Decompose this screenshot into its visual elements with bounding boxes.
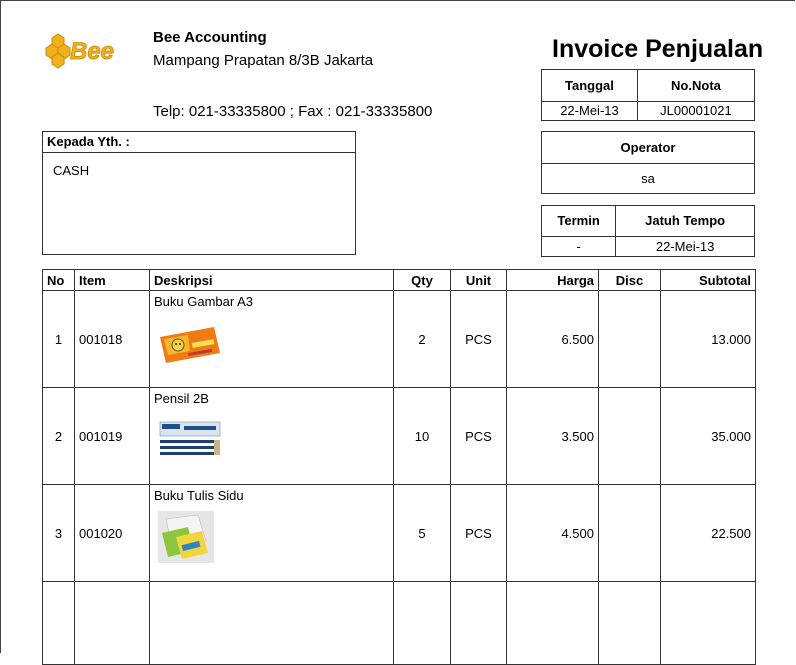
company-name: Bee Accounting [153,29,267,46]
empty-cell [660,581,756,665]
table-row: 2 001019 Pensil 2B 10 PCS 3.500 35.000 [42,387,756,485]
row-price: 6.500 [506,290,599,388]
row-subtotal: 13.000 [660,290,756,388]
empty-cell [450,581,507,665]
terms-value: - [542,235,617,256]
operator-value: sa [542,162,754,193]
terms-label: Termin [542,206,617,237]
row-no: 2 [42,387,75,485]
row-description-cell: Pensil 2B [149,387,394,485]
empty-cell [74,581,150,665]
invoice-number-label: No.Nota [636,70,754,102]
logo-text: Bee [70,38,114,65]
row-price: 4.500 [506,484,599,582]
empty-cell [42,581,75,665]
row-unit: PCS [450,387,507,485]
row-unit: PCS [450,484,507,582]
table-header-row: No Item Deskripsi Qty Unit Harga Disc Su… [42,269,756,291]
empty-cell [393,581,451,665]
company-phone: Telp: 021-33335800 ; Fax : 021-33335800 [153,103,433,120]
empty-cell [149,581,394,665]
col-header-description: Deskripsi [149,269,394,291]
recipient-label: Kepada Yth. : [43,132,355,153]
row-unit: PCS [450,290,507,388]
row-item-code: 001018 [74,290,150,388]
row-item-code: 001020 [74,484,150,582]
company-address: Mampang Prapatan 8/3B Jakarta [153,52,374,69]
invoice-meta-box: Tanggal No.Nota 22-Mei-13 JL00001021 [541,69,755,121]
table-row: 1 001018 Buku Gambar A3 2 PCS 6.500 13.0… [42,290,756,388]
row-description: Pensil 2B [154,391,209,406]
col-header-discount: Disc [598,269,661,291]
row-description: Buku Tulis Sidu [154,488,244,503]
due-date-value: 22-Mei-13 [615,235,754,256]
invoice-number-value: JL00001021 [636,100,754,120]
row-qty: 10 [393,387,451,485]
col-header-no: No [42,269,75,291]
col-header-qty: Qty [393,269,451,291]
col-header-subtotal: Subtotal [660,269,756,291]
empty-cell [506,581,599,665]
terms-box: Termin Jatuh Tempo - 22-Mei-13 [541,205,755,257]
row-discount [598,484,661,582]
row-discount [598,387,661,485]
operator-box: Operator sa [541,131,755,194]
operator-label: Operator [542,132,754,164]
notebook-image [158,511,214,563]
col-header-unit: Unit [450,269,507,291]
table-row-empty [42,581,756,665]
col-header-item: Item [74,269,150,291]
row-subtotal: 22.500 [660,484,756,582]
col-header-price: Harga [506,269,599,291]
row-qty: 2 [393,290,451,388]
recipient-value: CASH [53,163,90,178]
date-label: Tanggal [542,70,638,102]
row-qty: 5 [393,484,451,582]
row-description-cell: Buku Gambar A3 [149,290,394,388]
empty-cell [598,581,661,665]
table-row: 3 001020 Buku Tulis Sidu 5 PCS 4.500 22.… [42,484,756,582]
row-no: 1 [42,290,75,388]
row-subtotal: 35.000 [660,387,756,485]
row-item-code: 001019 [74,387,150,485]
row-price: 3.500 [506,387,599,485]
drawing-book-image [158,323,222,365]
recipient-box: Kepada Yth. : CASH [42,131,356,255]
document-title: Invoice Penjualan [552,35,764,63]
due-date-label: Jatuh Tempo [615,206,754,237]
row-description: Buku Gambar A3 [154,294,253,309]
row-discount [598,290,661,388]
bee-logo: Bee [45,33,114,69]
row-no: 3 [42,484,75,582]
pencil-box-image [158,420,222,460]
row-description-cell: Buku Tulis Sidu [149,484,394,582]
date-value: 22-Mei-13 [542,100,638,120]
items-table: No Item Deskripsi Qty Unit Harga Disc Su… [42,269,756,665]
